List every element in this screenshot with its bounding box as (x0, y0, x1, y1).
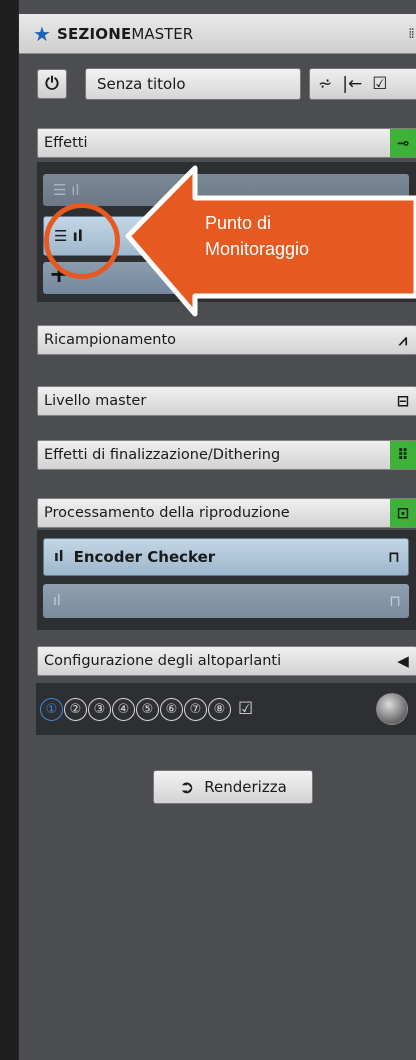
panel-title-bold: SEZIONE (56, 24, 132, 43)
livello-master-label: Livello master (44, 393, 147, 409)
channel-2[interactable]: ② (64, 697, 87, 721)
render-label: Renderizza (204, 778, 287, 796)
master-section-panel: ★ SEZIONE MASTER ⁞⁞ ⏻ Senza titolo ⩫ |← … (18, 0, 416, 1060)
panel-title-regular: MASTER (131, 24, 194, 43)
ricampionamento-label: Ricampionamento (44, 332, 177, 348)
effetti-label: Effetti (44, 135, 88, 151)
playback-processing-icon[interactable]: ⊡ (390, 499, 416, 527)
store-preset-icon[interactable]: ☑ (372, 74, 387, 94)
finalizzazione-header[interactable]: Effetti di finalizzazione/Dithering ⠿ (37, 440, 416, 470)
altoparlanti-header[interactable]: Configurazione degli altoparlanti ◀ (37, 646, 416, 676)
channel-7[interactable]: ⑦ (184, 697, 207, 721)
livello-master-header[interactable]: Livello master ⊟ (37, 386, 416, 416)
panel-titlebar: ★ SEZIONE MASTER ⁞⁞ (19, 14, 416, 54)
playback-slot-2[interactable]: ıl ⊓ (43, 584, 409, 618)
render-icon: ➲ (179, 776, 195, 798)
slot-1-icon: ☰ ıl (53, 181, 80, 199)
playback-slot-1[interactable]: ıl Encoder Checker ⊓ (43, 538, 409, 576)
meter-icon-inactive: ıl (53, 593, 61, 609)
slot-power-icon-inactive[interactable]: ⊓ (389, 592, 401, 610)
reset-icon[interactable]: |← (342, 74, 362, 94)
channel-8[interactable]: ⑧ (208, 697, 231, 721)
callout-line-2: Monitoraggio (205, 239, 310, 259)
monitoring-point-ring (44, 203, 120, 279)
power-button[interactable]: ⏻ (37, 69, 67, 99)
effect-slot-1[interactable]: ☰ ıl (43, 174, 409, 206)
riproduzione-label: Processamento della riproduzione (44, 505, 290, 521)
altoparlanti-label: Configurazione degli altoparlanti (44, 653, 282, 669)
meter-icon: ıl (54, 549, 64, 565)
dithering-icon[interactable]: ⠿ (390, 441, 416, 469)
preset-bar: ⏻ Senza titolo ⩫ |← ☑ (19, 54, 416, 110)
ricampionamento-header[interactable]: Ricampionamento ⩘ (37, 325, 416, 355)
render-button[interactable]: ➲ Renderizza (153, 770, 313, 804)
level-meter-icon[interactable]: ⊟ (390, 387, 416, 415)
slot-power-icon[interactable]: ⊓ (388, 548, 400, 566)
channel-1[interactable]: ① (40, 697, 63, 721)
grip-icon[interactable]: ⁞⁞ (408, 26, 415, 42)
callout-label: Punto di Monitoraggio (205, 210, 309, 262)
effetti-plug-icon[interactable]: ⊸ (390, 129, 416, 157)
finalizzazione-label: Effetti di finalizzazione/Dithering (44, 447, 281, 463)
channel-6[interactable]: ⑥ (160, 697, 183, 721)
riproduzione-header[interactable]: Processamento della riproduzione ⊡ (37, 498, 416, 528)
riproduzione-slots: ıl Encoder Checker ⊓ ıl ⊓ (37, 530, 416, 630)
effetti-header[interactable]: Effetti ⊸ (37, 128, 416, 158)
volume-knob[interactable] (376, 693, 408, 725)
speaker-icon[interactable]: ◀ (390, 647, 416, 675)
resample-icon[interactable]: ⩘ (390, 326, 416, 354)
channel-4[interactable]: ④ (112, 697, 135, 721)
channel-5[interactable]: ⑤ (136, 697, 159, 721)
speaker-channels-row: ① ② ③ ④ ⑤ ⑥ ⑦ ⑧ ☑ (36, 683, 416, 735)
star-icon: ★ (33, 21, 51, 46)
playback-slot-1-label: Encoder Checker (73, 548, 216, 566)
preset-toolbar: ⩫ |← ☑ (309, 68, 416, 100)
channel-3[interactable]: ③ (88, 697, 111, 721)
preset-name-field[interactable]: Senza titolo (85, 68, 301, 100)
preset-menu-icon[interactable]: ⩫ (318, 74, 332, 94)
callout-line-1: Punto di (205, 213, 272, 233)
check-icon[interactable]: ☑ (238, 699, 253, 719)
